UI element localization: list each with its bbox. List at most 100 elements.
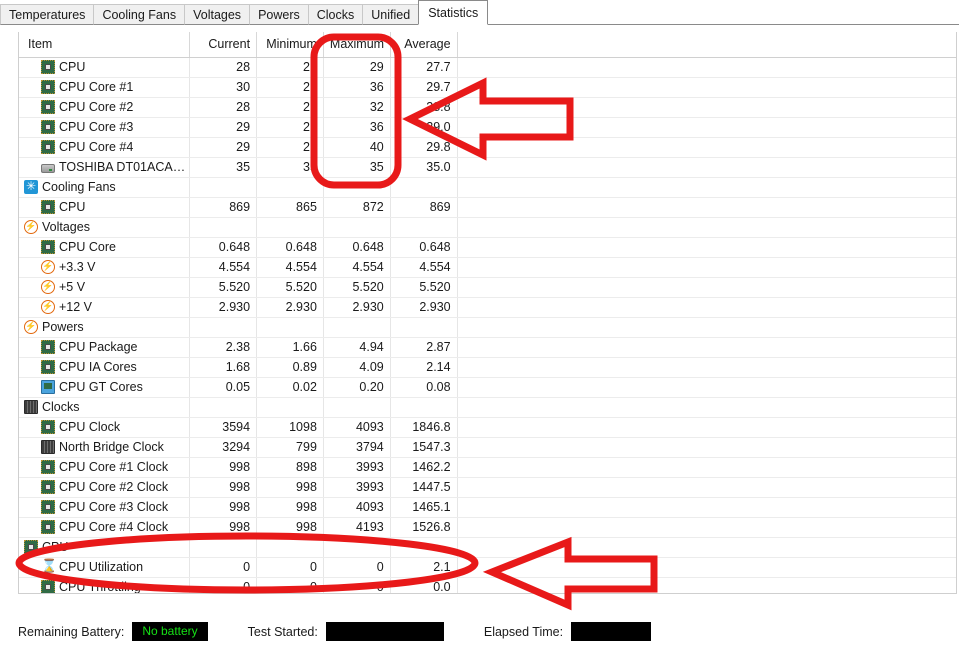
table-row[interactable]: CPU Core #2 Clock 998 998 3993 1447.5 — [19, 477, 956, 498]
cell-minimum: 2.930 — [256, 297, 324, 318]
cell-filler — [457, 177, 956, 198]
cell-item: CPU Core #4 — [19, 137, 191, 158]
cell-average: 35.0 — [390, 157, 458, 178]
cell-average — [390, 217, 458, 238]
table-row[interactable]: CPU Throttling 0 0 0 0.0 — [19, 577, 956, 593]
cell-maximum: 0 — [323, 557, 391, 578]
tab-clocks[interactable]: Clocks — [307, 4, 364, 25]
table-row[interactable]: CPU Clock 3594 1098 4093 1846.8 — [19, 417, 956, 438]
cell-maximum: 32 — [323, 97, 391, 118]
cell-average: 1465.1 — [390, 497, 458, 518]
statistics-table-panel[interactable]: Item Current Minimum Maximum Average CPU… — [18, 32, 957, 594]
cell-minimum: 998 — [256, 517, 324, 538]
table-row[interactable]: CPU Core #1 30 29 36 29.7 — [19, 77, 956, 98]
row-label: CPU Core #3 — [59, 120, 134, 134]
cell-current: 998 — [189, 477, 258, 498]
elapsed-time-value — [571, 622, 652, 641]
cell-maximum: 3993 — [323, 457, 391, 478]
cell-current: 998 — [189, 497, 258, 518]
cpu-icon — [41, 480, 55, 494]
column-header-maximum[interactable]: Maximum — [323, 32, 391, 58]
table-row[interactable]: CPU GT Cores 0.05 0.02 0.20 0.08 — [19, 377, 956, 398]
table-row[interactable]: CPU Core 0.648 0.648 0.648 0.648 — [19, 237, 956, 258]
item-cell-content: +12 V — [23, 298, 189, 317]
cpu-icon — [41, 120, 55, 134]
column-header-average[interactable]: Average — [390, 32, 458, 58]
cell-maximum: 3993 — [323, 477, 391, 498]
tab-unified[interactable]: Unified — [362, 4, 420, 25]
cell-maximum: 0.20 — [323, 377, 391, 398]
table-row[interactable]: CPU Core #4 29 29 40 29.8 — [19, 137, 956, 158]
cell-average: 28.8 — [390, 97, 458, 118]
cell-filler — [457, 477, 956, 498]
table-row[interactable]: Cooling Fans — [19, 177, 956, 198]
cell-minimum: 5.520 — [256, 277, 324, 298]
table-row[interactable]: CPU Core #4 Clock 998 998 4193 1526.8 — [19, 517, 956, 538]
tab-voltages[interactable]: Voltages — [184, 4, 251, 25]
table-row[interactable]: CPU Package 2.38 1.66 4.94 2.87 — [19, 337, 956, 358]
table-row[interactable]: CPU Core #3 Clock 998 998 4093 1465.1 — [19, 497, 956, 518]
cell-item: CPU — [19, 537, 191, 558]
cell-maximum: 29 — [323, 57, 391, 78]
row-label: +3.3 V — [59, 260, 96, 274]
table-row[interactable]: CPU Utilization0002.1 — [19, 557, 956, 578]
cell-filler — [457, 277, 956, 298]
cell-average: 2.1 — [390, 557, 458, 578]
column-header-minimum[interactable]: Minimum — [256, 32, 324, 58]
cell-average: 0.0 — [390, 577, 458, 593]
table-row[interactable]: +3.3 V4.5544.5544.5544.554 — [19, 257, 956, 278]
item-cell-content: CPU Core #4 Clock — [23, 518, 189, 537]
cell-current: 998 — [189, 517, 258, 538]
table-row[interactable]: +5 V5.5205.5205.5205.520 — [19, 277, 956, 298]
item-cell-content: CPU Utilization — [23, 558, 189, 577]
table-row[interactable]: CPU Core #1 Clock 998 898 3993 1462.2 — [19, 457, 956, 478]
table-row[interactable]: Voltages — [19, 217, 956, 238]
cell-maximum — [323, 317, 391, 338]
table-row[interactable]: CPU Core #3 29 28 36 29.0 — [19, 117, 956, 138]
table-row[interactable]: CPU — [19, 537, 956, 558]
row-label: Cooling Fans — [42, 180, 116, 194]
row-label: CPU IA Cores — [59, 360, 137, 374]
column-header-item[interactable]: Item — [19, 32, 191, 58]
table-row[interactable]: CPU 28 28 29 27.7 — [19, 57, 956, 78]
table-row[interactable]: Powers — [19, 317, 956, 338]
item-cell-content: Cooling Fans — [23, 178, 189, 197]
table-row[interactable]: +12 V2.9302.9302.9302.930 — [19, 297, 956, 318]
tab-statistics[interactable]: Statistics — [418, 0, 489, 25]
cell-item: CPU Core #1 — [19, 77, 191, 98]
voltage-icon — [24, 320, 38, 334]
cpu-icon — [41, 340, 55, 354]
row-label: CPU Utilization — [59, 560, 144, 574]
cell-minimum: 0.02 — [256, 377, 324, 398]
test-started-label: Test Started: — [247, 624, 318, 639]
cell-maximum: 36 — [323, 77, 391, 98]
table-row[interactable]: North Bridge Clock 3294 799 3794 1547.3 — [19, 437, 956, 458]
row-label: CPU Core #1 Clock — [59, 460, 169, 474]
cell-minimum: 0 — [256, 557, 324, 578]
table-row[interactable]: CPU IA Cores 1.68 0.89 4.09 2.14 — [19, 357, 956, 378]
row-label: Voltages — [42, 220, 90, 234]
item-cell-content: CPU Clock — [23, 418, 189, 437]
column-header-current[interactable]: Current — [189, 32, 258, 58]
cell-filler — [457, 117, 956, 138]
tab-temperatures[interactable]: Temperatures — [0, 4, 95, 25]
cell-average: 29.7 — [390, 77, 458, 98]
cell-item: CPU — [19, 197, 191, 218]
item-cell-content: CPU Core #2 Clock — [23, 478, 189, 497]
cell-maximum: 4093 — [323, 497, 391, 518]
cell-maximum — [323, 217, 391, 238]
cell-average: 0.08 — [390, 377, 458, 398]
cell-average: 2.930 — [390, 297, 458, 318]
cell-average: 29.0 — [390, 117, 458, 138]
table-row[interactable]: CPU Core #2 28 28 32 28.8 — [19, 97, 956, 118]
table-row[interactable]: TOSHIBA DT01ACA20... 35 35 35 35.0 — [19, 157, 956, 178]
tab-cooling-fans[interactable]: Cooling Fans — [93, 4, 186, 25]
ram-icon — [24, 400, 38, 414]
cell-maximum: 872 — [323, 197, 391, 218]
tab-powers[interactable]: Powers — [249, 4, 309, 25]
table-row[interactable]: Clocks — [19, 397, 956, 418]
tab-strip-filler — [487, 4, 959, 25]
cell-maximum — [323, 537, 391, 558]
table-row[interactable]: CPU 869 865 872 869 — [19, 197, 956, 218]
cell-maximum: 0 — [323, 577, 391, 593]
